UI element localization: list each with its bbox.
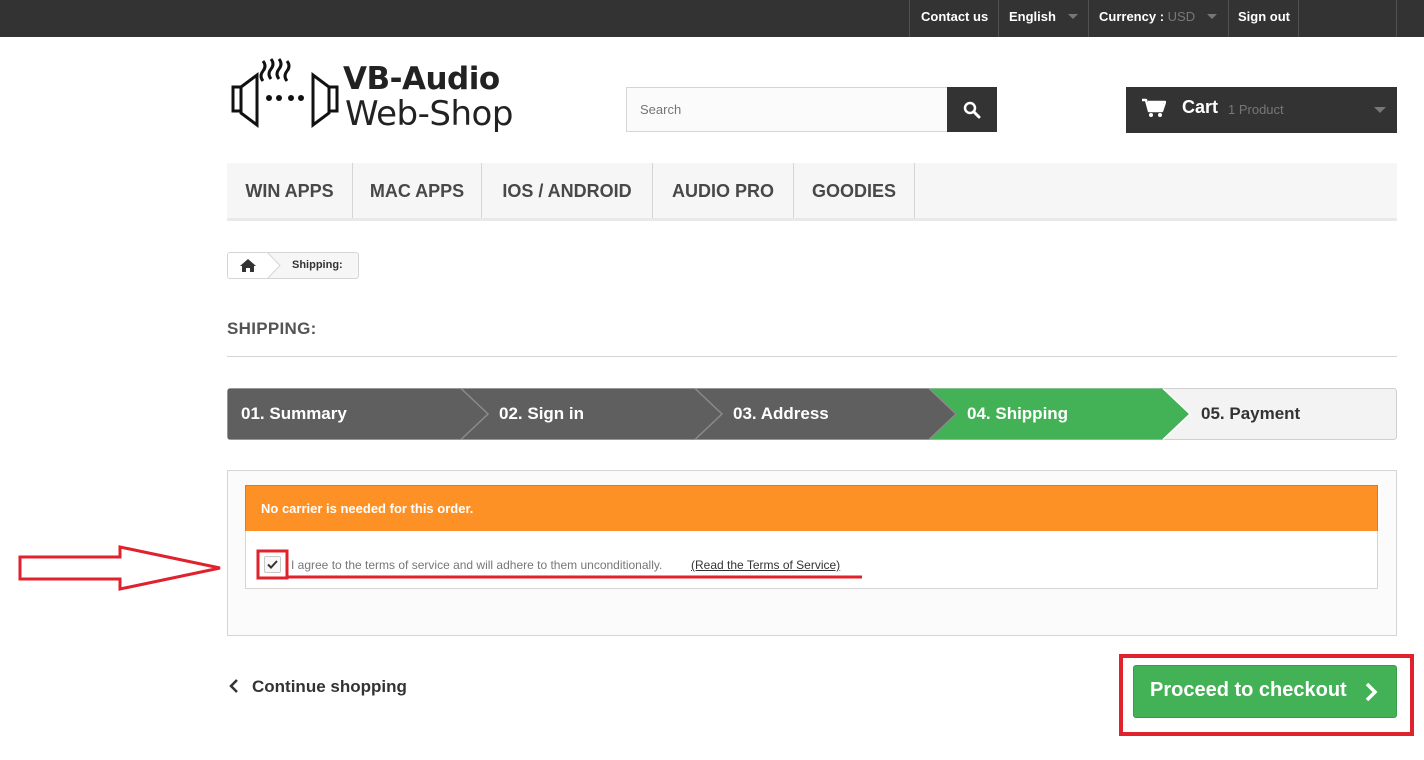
shop-logo[interactable]: VB-Audio Web-Shop [229,57,529,137]
contact-us-link[interactable]: Contact us [921,0,988,37]
proceed-to-checkout-button[interactable]: Proceed to checkout [1133,665,1397,718]
check-icon [267,560,278,569]
breadcrumb-current: Shipping: [292,259,343,271]
divider [1228,0,1229,37]
divider [1088,0,1089,37]
menu-item-audio-pro[interactable]: AUDIO PRO [653,163,794,218]
language-label: English [1009,9,1056,24]
checkout-label: Proceed to checkout [1150,679,1347,701]
terms-of-service-link[interactable]: (Read the Terms of Service) [691,558,840,572]
breadcrumb-home[interactable] [228,253,268,278]
logo-title: VB-Audio [343,61,500,97]
main-menu: WIN APPS MAC APPS IOS / ANDROID AUDIO PR… [227,163,1397,221]
caret-down-icon [1207,14,1218,20]
continue-shopping-label: Continue shopping [252,677,407,696]
breadcrumb-separator [267,253,281,278]
carrier-alert: No carrier is needed for this order. [245,485,1378,532]
divider [1298,0,1299,37]
currency-value: USD [1167,9,1196,24]
menu-item-ios-android[interactable]: IOS / ANDROID [482,163,653,218]
arrow-annotation [18,545,221,591]
terms-label: I agree to the terms of service and will… [291,558,663,572]
divider [1396,0,1397,37]
speaker-logo-icon [231,58,339,128]
terms-checkbox[interactable] [264,556,281,573]
shopping-cart-icon [1142,98,1166,117]
cart-dropdown[interactable]: Cart 1 Product [1126,87,1397,133]
language-selector[interactable]: English [1009,0,1078,37]
cart-quantity: 1 Product [1228,102,1284,117]
divider [998,0,999,37]
step-address[interactable]: 03. Address [733,388,829,440]
cart-label: Cart [1182,97,1219,117]
chevron-left-icon [229,679,238,693]
currency-prefix: Currency : [1099,9,1165,24]
search-icon [963,101,981,119]
step-summary[interactable]: 01. Summary [241,388,347,440]
menu-item-win-apps[interactable]: WIN APPS [227,163,353,218]
chevron-right-icon [1365,682,1378,702]
page-title: SHIPPING: [227,319,317,338]
currency-selector[interactable]: Currency : USD [1099,0,1218,37]
logo-subtitle: Web-Shop [345,94,513,134]
search-input[interactable] [626,87,948,132]
divider [227,356,1397,357]
step-shipping: 04. Shipping [967,404,1069,423]
breadcrumb: Shipping: [227,252,359,279]
top-bar: Contact us English Currency : USD Sign o… [0,0,1424,37]
search-button[interactable] [947,87,997,132]
checkout-steps: 01. Summary 02. Sign in 03. Address 04. … [227,388,1397,440]
menu-item-goodies[interactable]: GOODIES [794,163,915,218]
home-icon [240,259,256,272]
menu-item-mac-apps[interactable]: MAC APPS [353,163,482,218]
step-payment: 05. Payment [1201,404,1301,423]
divider [909,0,910,37]
caret-down-icon [1374,107,1386,113]
step-sign-in[interactable]: 02. Sign in [499,388,584,440]
sign-out-link[interactable]: Sign out [1238,0,1290,37]
caret-down-icon [1067,14,1078,20]
